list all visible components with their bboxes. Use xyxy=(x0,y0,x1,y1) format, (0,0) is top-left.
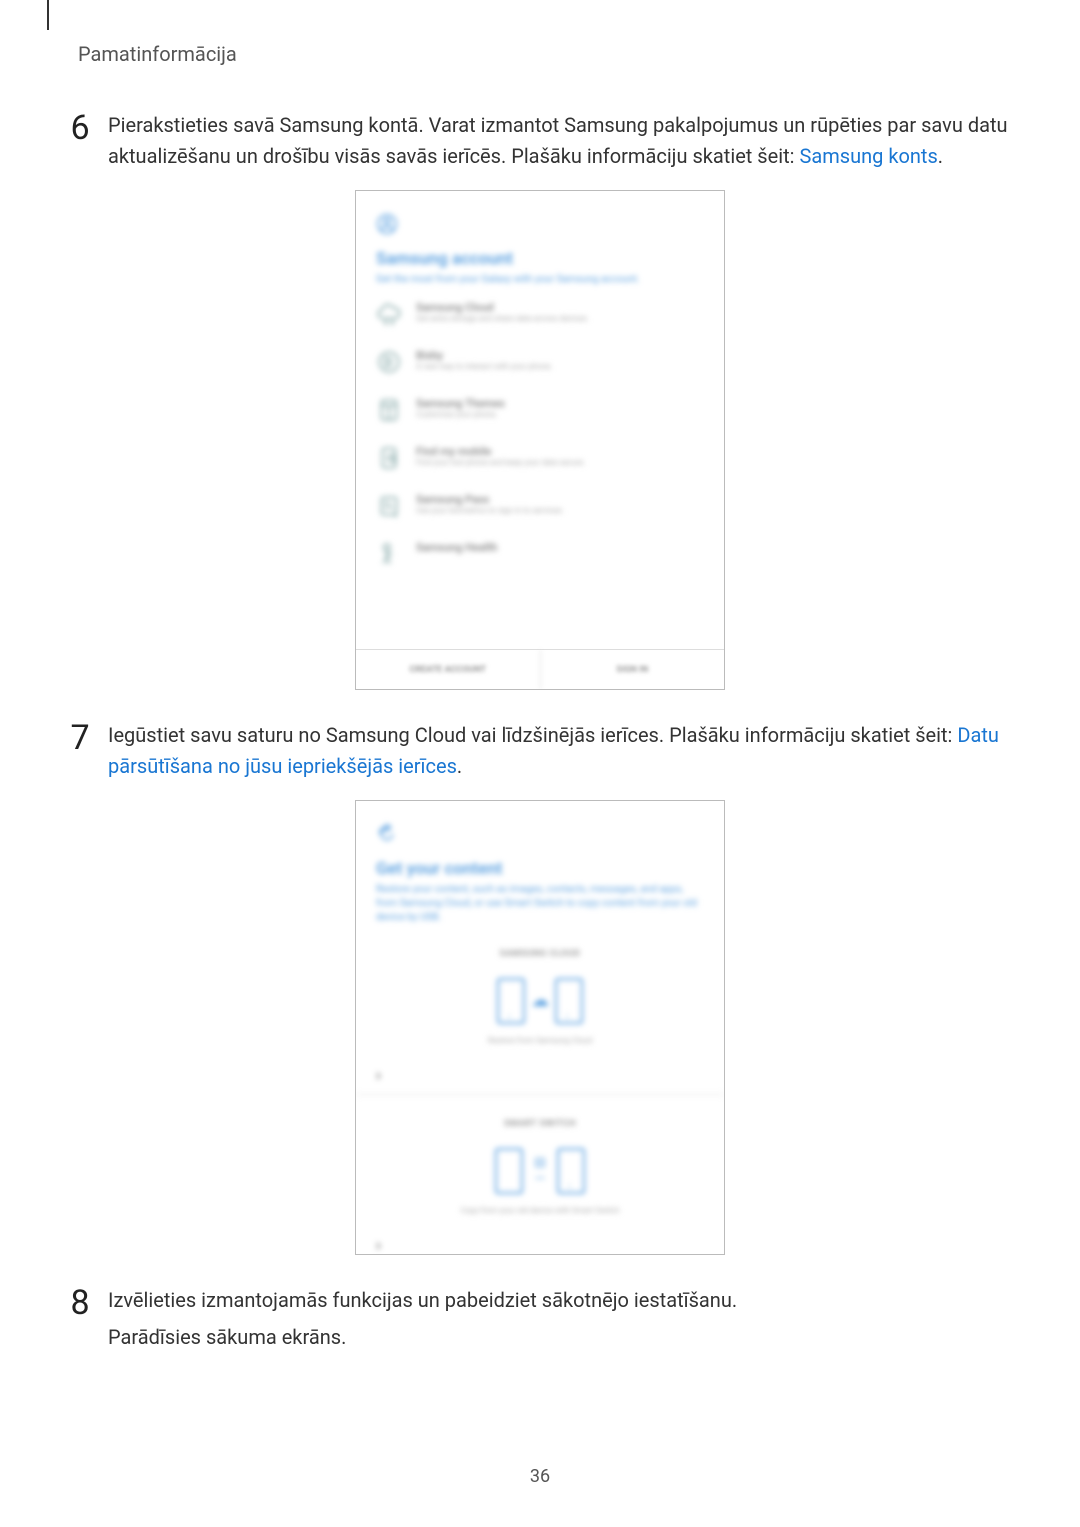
health-icon xyxy=(376,541,402,567)
list-item: Find my mobileFind your lost phone and k… xyxy=(376,445,704,475)
list-item: Samsung ThemesCustomize your phone. xyxy=(376,397,704,427)
row-title: Find my mobile xyxy=(416,445,585,458)
pass-icon xyxy=(376,493,402,519)
row-title: Samsung Health xyxy=(416,541,497,554)
row-title: Bixby xyxy=(416,349,553,362)
step-text: Izvēlieties izmantojamās funkcijas un pa… xyxy=(108,1285,1020,1316)
list-item: BixbyA new way to interact with your pho… xyxy=(376,349,704,379)
step-number: 8 xyxy=(60,1285,100,1322)
list-item: Samsung Health xyxy=(376,541,704,571)
step-8: 8 Izvēlieties izmantojamās funkcijas un … xyxy=(60,1285,1020,1359)
row-sub: Use your biometrics to sign in to servic… xyxy=(416,506,564,515)
option-label: SMART SWITCH xyxy=(386,1119,694,1129)
step-number: 7 xyxy=(60,720,100,757)
find-icon xyxy=(376,445,402,471)
list-item: Samsung PassUse your biometrics to sign … xyxy=(376,493,704,523)
chevron-right-icon: › xyxy=(376,1235,381,1254)
step-text: Iegūstiet savu saturu no Samsung Cloud v… xyxy=(108,723,957,747)
step-number: 6 xyxy=(60,110,100,147)
samsung-cloud-option[interactable]: SAMSUNG CLOUD ↓ ☁ ↓ Restore from Samsung… xyxy=(376,939,704,1055)
create-account-button[interactable]: CREATE ACCOUNT xyxy=(356,650,541,689)
cloud-sync-icon xyxy=(376,301,402,327)
get-content-subtitle: Restore your content, such as images, co… xyxy=(376,883,704,925)
row-title: Samsung Themes xyxy=(416,397,505,410)
step-body: Iegūstiet savu saturu no Samsung Cloud v… xyxy=(100,720,1020,782)
page-number: 36 xyxy=(0,1466,1080,1487)
row-sub: A new way to interact with your phone. xyxy=(416,362,553,371)
step-6: 6 Pierakstieties savā Samsung kontā. Var… xyxy=(60,110,1020,172)
header-section-title: Pamatinformācija xyxy=(78,42,237,66)
get-content-title: Get your content xyxy=(376,859,704,879)
content-area: 6 Pierakstieties savā Samsung kontā. Var… xyxy=(60,110,1020,1377)
row-sub: Find your lost phone and keep your data … xyxy=(416,458,585,467)
chevron-right-icon: › xyxy=(376,1065,381,1084)
transfer-icon xyxy=(376,823,398,845)
row-title: Samsung Pass xyxy=(416,493,564,506)
list-item: Samsung CloudGet extra storage and share… xyxy=(376,301,704,331)
samsung-account-screenshot: Samsung account Get the most from your G… xyxy=(355,190,725,690)
row-sub: Customize your phone. xyxy=(416,410,505,419)
option-label: SAMSUNG CLOUD xyxy=(386,949,694,959)
option-caption: Copy from your old device with Smart Swi… xyxy=(386,1206,694,1215)
sign-in-button[interactable]: SIGN IN xyxy=(541,650,725,689)
samsung-account-title: Samsung account xyxy=(376,249,704,269)
samsung-account-subtitle: Get the most from your Galaxy with your … xyxy=(376,273,704,287)
period: . xyxy=(457,754,462,778)
step-7: 7 Iegūstiet savu saturu no Samsung Cloud… xyxy=(60,720,1020,782)
get-your-content-screenshot: Get your content Restore your content, s… xyxy=(355,800,725,1255)
period: . xyxy=(938,144,943,168)
option-caption: Restore from Samsung Cloud xyxy=(386,1036,694,1045)
row-title: Samsung Cloud xyxy=(416,301,589,314)
samsung-konts-link[interactable]: Samsung konts xyxy=(799,144,937,168)
row-sub: Get extra storage and share data across … xyxy=(416,314,589,323)
step-body: Izvēlieties izmantojamās funkcijas un pa… xyxy=(100,1285,1020,1359)
step-body: Pierakstieties savā Samsung kontā. Varat… xyxy=(100,110,1020,172)
step-text: Parādīsies sākuma ekrāns. xyxy=(108,1322,1020,1353)
usb-devices-icon: ⊟— ↓ xyxy=(495,1143,585,1198)
bixby-icon xyxy=(376,349,402,375)
cloud-devices-icon: ↓ ☁ ↓ xyxy=(495,973,585,1028)
profile-icon xyxy=(376,213,398,235)
themes-icon xyxy=(376,397,402,423)
smart-switch-option[interactable]: SMART SWITCH ⊟— ↓ Copy from your old dev… xyxy=(376,1109,704,1225)
